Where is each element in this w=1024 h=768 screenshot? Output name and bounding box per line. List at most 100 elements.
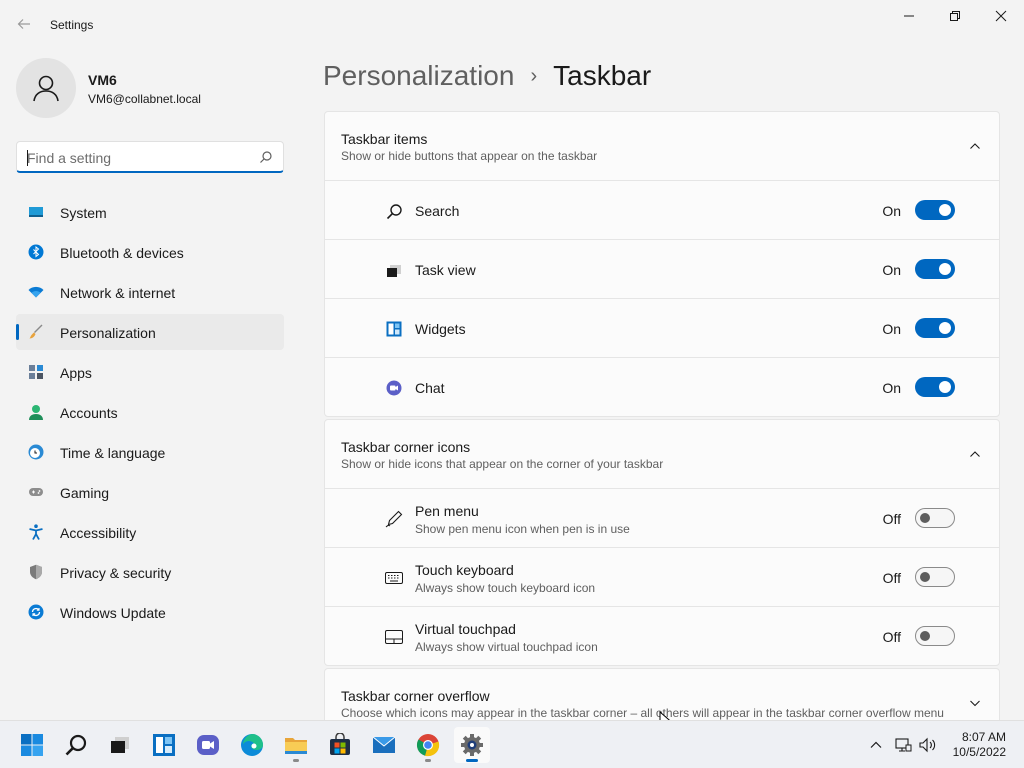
app-title: Settings — [50, 18, 94, 32]
section-subtitle: Show or hide buttons that appear on the … — [341, 149, 598, 163]
sidebar-item-label: Privacy & security — [60, 565, 172, 581]
file-explorer-icon — [285, 738, 307, 754]
sidebar-item-accessibility[interactable]: Accessibility — [16, 514, 284, 550]
apps-icon — [29, 365, 43, 379]
section-title: Taskbar items — [341, 131, 428, 147]
search-row: Search On — [325, 180, 999, 239]
taskbar-items-header[interactable]: Taskbar items Show or hide buttons that … — [325, 112, 999, 180]
clock-date: 10/5/2022 — [952, 745, 1006, 759]
touch-keyboard-toggle[interactable] — [915, 567, 955, 587]
sidebar-item-apps[interactable]: Apps — [16, 354, 284, 390]
chevron-down-icon[interactable] — [969, 697, 981, 709]
back-button[interactable] — [12, 12, 36, 36]
taskbar-mail-button[interactable] — [366, 727, 402, 763]
sidebar-item-label: Windows Update — [60, 605, 166, 621]
taskbar-task-view-button[interactable] — [102, 727, 138, 763]
chat-row: Chat On — [325, 357, 999, 416]
section-title: Taskbar corner icons — [341, 439, 471, 455]
taskbar-edge-button[interactable] — [234, 727, 270, 763]
taskbar-file-explorer-button[interactable] — [278, 727, 314, 763]
bluetooth-icon — [28, 244, 44, 260]
profile-email: VM6@collabnet.local — [88, 92, 201, 106]
sidebar-item-bluetooth[interactable]: Bluetooth & devices — [16, 234, 284, 270]
toggle-state: Off — [882, 570, 901, 586]
close-button[interactable] — [978, 0, 1024, 32]
settings-icon — [461, 734, 483, 756]
restore-button[interactable] — [932, 0, 978, 32]
widgets-row: Widgets On — [325, 298, 999, 357]
text-caret — [27, 150, 28, 166]
widgets-icon — [153, 734, 175, 756]
toggle-state: On — [882, 321, 901, 337]
sidebar-item-label: Apps — [60, 365, 92, 381]
virtual-touchpad-toggle[interactable] — [915, 626, 955, 646]
sidebar-item-system[interactable]: System — [16, 194, 284, 230]
clock-globe-icon — [28, 444, 44, 460]
taskbar-widgets-button[interactable] — [146, 727, 182, 763]
show-hidden-icons-button[interactable] — [866, 735, 886, 755]
toggle-state: On — [882, 262, 901, 278]
settings-search[interactable] — [16, 141, 284, 173]
touchpad-icon — [385, 628, 403, 646]
section-title: Taskbar corner overflow — [341, 688, 490, 704]
sidebar-item-label: Personalization — [60, 325, 156, 341]
taskbar-chat-button[interactable] — [190, 727, 226, 763]
chevron-up-icon — [870, 741, 882, 748]
minimize-button[interactable] — [886, 0, 932, 32]
sidebar-item-accounts[interactable]: Accounts — [16, 394, 284, 430]
start-button[interactable] — [14, 727, 50, 763]
title-bar: Settings — [0, 0, 1024, 48]
sidebar-item-privacy[interactable]: Privacy & security — [16, 554, 284, 590]
row-label: Virtual touchpad — [415, 621, 516, 637]
sidebar-item-gaming[interactable]: Gaming — [16, 474, 284, 510]
sidebar-item-windows-update[interactable]: Windows Update — [16, 594, 284, 630]
taskbar: 8:07 AM 10/5/2022 — [0, 720, 1024, 768]
chrome-icon — [416, 734, 440, 757]
network-tray-button[interactable] — [893, 735, 913, 755]
sidebar-item-time-language[interactable]: Time & language — [16, 434, 284, 470]
breadcrumb: Personalization › Taskbar — [323, 58, 651, 94]
sidebar-item-network[interactable]: Network & internet — [16, 274, 284, 310]
search-toggle[interactable] — [915, 200, 955, 220]
minimize-icon — [904, 15, 914, 17]
row-description: Show pen menu icon when pen is in use — [415, 522, 630, 536]
sidebar-item-label: Time & language — [60, 445, 166, 461]
accounts-icon — [29, 405, 43, 420]
search-icon — [385, 202, 403, 220]
speaker-icon — [919, 737, 936, 753]
chevron-up-icon[interactable] — [969, 448, 981, 460]
widgets-toggle[interactable] — [915, 318, 955, 338]
taskbar-chrome-button[interactable] — [410, 727, 446, 763]
toggle-state: On — [882, 203, 901, 219]
taskbar-corner-icons-header[interactable]: Taskbar corner icons Show or hide icons … — [325, 420, 999, 488]
task-view-toggle[interactable] — [915, 259, 955, 279]
taskbar-search-button[interactable] — [58, 727, 94, 763]
search-icon[interactable] — [259, 150, 273, 164]
page-title: Taskbar — [553, 60, 652, 91]
pen-icon — [385, 510, 403, 528]
task-view-icon — [111, 737, 129, 753]
taskbar-settings-button[interactable] — [454, 727, 490, 763]
clock-time: 8:07 AM — [961, 730, 1006, 744]
edge-icon — [241, 734, 263, 756]
taskbar-clock[interactable]: 8:07 AM 10/5/2022 — [953, 730, 1006, 760]
ethernet-icon — [895, 738, 912, 752]
sidebar-item-label: Accessibility — [60, 525, 137, 541]
sidebar-nav: System Bluetooth & devices Network & int… — [16, 194, 284, 634]
breadcrumb-parent[interactable]: Personalization — [323, 60, 514, 92]
taskbar-store-button[interactable] — [322, 727, 358, 763]
pen-menu-toggle[interactable] — [915, 508, 955, 528]
volume-tray-button[interactable] — [918, 735, 938, 755]
row-label: Widgets — [415, 321, 466, 337]
windows-update-icon — [28, 604, 44, 620]
row-description: Always show virtual touchpad icon — [415, 640, 598, 654]
sidebar-item-personalization[interactable]: Personalization — [16, 314, 284, 350]
chat-toggle[interactable] — [915, 377, 955, 397]
chevron-up-icon[interactable] — [969, 140, 981, 152]
start-icon — [21, 734, 43, 756]
mail-icon — [372, 736, 396, 753]
store-icon — [330, 733, 350, 755]
row-label: Chat — [415, 380, 445, 396]
row-label: Task view — [415, 262, 476, 278]
search-input[interactable] — [27, 149, 247, 167]
